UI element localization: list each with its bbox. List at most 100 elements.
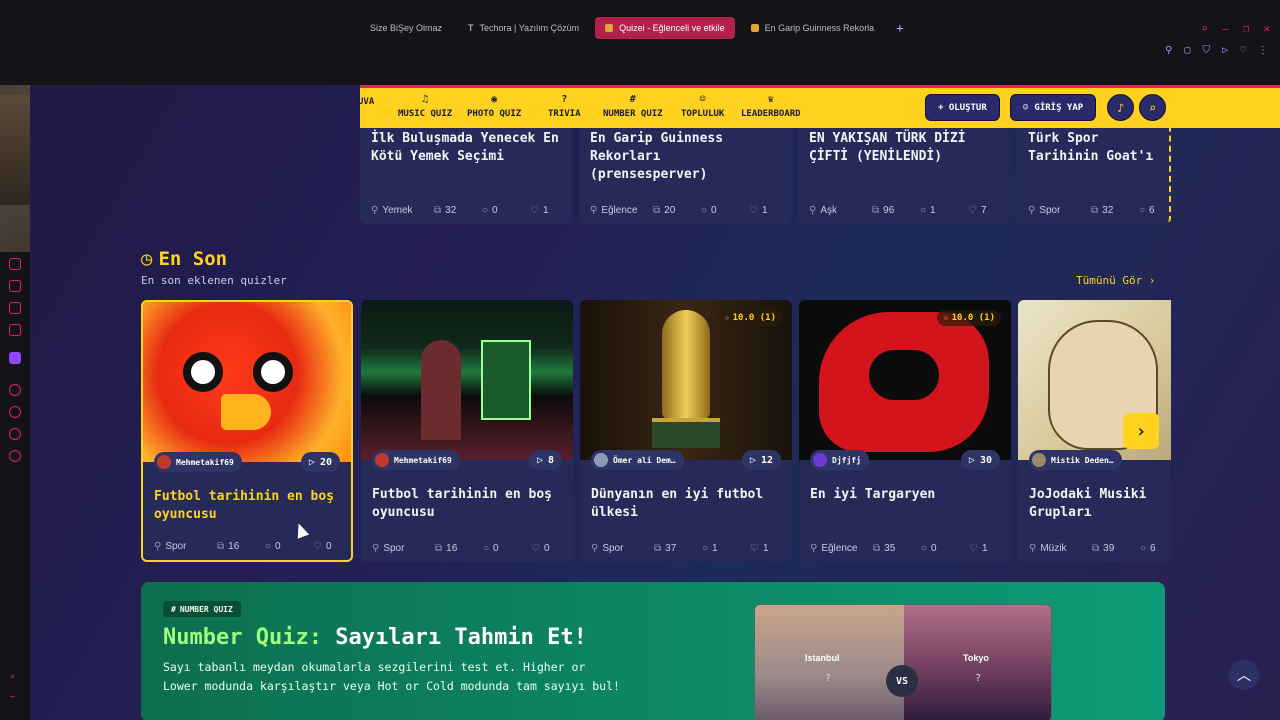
latest-quiz-card[interactable]: ☆ 10.0 (1) Djfjfj ▷ 30 En iyi Targaryen ⚲ E…	[799, 300, 1011, 562]
avatar	[813, 453, 827, 467]
author-badge[interactable]: Mehmetakif69	[372, 450, 460, 470]
author-badge[interactable]: Djfjfj	[810, 450, 869, 470]
login-button[interactable]: ☺ GİRİŞ YAP	[1010, 94, 1097, 121]
wallet-icon[interactable]: ¤	[10, 672, 15, 681]
scroll-to-top-button[interactable]: ︿	[1229, 660, 1259, 690]
quiz-meta: ⚲ Spor ⧉ 37 ○ 1 ♡ 1	[591, 543, 769, 554]
unknown-value-left: ?	[825, 673, 832, 684]
promo-title: Number Quiz: Sayıları Tahmin Et!	[163, 625, 587, 650]
sidebar-app-icon[interactable]	[9, 258, 21, 270]
nav-item-photo-quiz[interactable]: ◉ PHOTO QUIZ	[467, 94, 521, 119]
play-count: ▷ 12	[741, 450, 781, 470]
nav-item-uva[interactable]: UVA	[358, 94, 374, 107]
tag-icon: ⚲	[372, 543, 380, 554]
menu-icon[interactable]: ⋮	[1258, 45, 1268, 56]
comment-icon: ○	[701, 205, 708, 216]
shield-icon[interactable]: ⛉	[1202, 45, 1210, 56]
search-icon[interactable]: ⌕	[1202, 22, 1209, 35]
create-button[interactable]: + OLUŞTUR	[925, 94, 1000, 121]
pin-icon[interactable]: ⚲	[1165, 45, 1172, 56]
clock-icon[interactable]	[9, 406, 21, 418]
avatar	[594, 453, 608, 467]
notifications-button[interactable]: ♪	[1107, 94, 1134, 121]
quiz-meta: ⚲ Yemek ⧉ 32 ○ 0 ♡ 1	[371, 205, 549, 216]
new-tab-button[interactable]: +	[890, 17, 909, 39]
browser-chrome: Size BiŞey Olmaz T Techora | Yazılım Çözü…	[0, 0, 1280, 85]
author-badge[interactable]: Mehmetakif69	[154, 452, 242, 472]
maximize-icon[interactable]: ❐	[1243, 22, 1250, 35]
sidebar-app-icon[interactable]	[9, 302, 21, 314]
more-icon[interactable]: ⋯	[10, 692, 15, 701]
quiz-thumbnail	[361, 300, 573, 460]
quiz-title: Futbol tarihinin en boş oyuncusu	[154, 489, 335, 522]
author-badge[interactable]: Ömer ali Dem…	[591, 450, 684, 470]
nav-item-trivia[interactable]: ? TRIVIA	[548, 94, 581, 119]
quiz-meta: ⚲ Eğlence ⧉ 35 ○ 0 ♡ 1	[810, 543, 988, 554]
author-badge[interactable]: Mistik Deden…	[1029, 450, 1122, 470]
website: UVA ♫ MUSIC QUIZ ◉ PHOTO QUIZ ? TRIVIA # NUM…	[30, 85, 1280, 720]
heart-icon: ♡	[313, 541, 322, 552]
quiz-card[interactable]: En Garip Guinness Rekorları (prensesperv…	[579, 128, 791, 224]
tag-icon: ⚲	[591, 543, 599, 554]
tag-icon: ⚲	[371, 205, 379, 216]
chat-icon[interactable]	[9, 428, 21, 440]
latest-quiz-card[interactable]: Mehmetakif69 ▷ 20 Futbol tarihinin en boş…	[141, 300, 353, 562]
higher-lower-preview[interactable]: Istanbul Tokyo ? ? VS	[754, 604, 1052, 720]
see-all-link[interactable]: Tümünü Gör ›	[1076, 274, 1155, 287]
heart-icon: ♡	[531, 543, 540, 554]
quiz-title: En iyi Targaryen	[810, 487, 936, 502]
quiz-card[interactable]: İlk Buluşmada Yenecek En Kötü Yemek Seçi…	[360, 128, 572, 224]
carousel-next-button[interactable]: ›	[1123, 413, 1159, 449]
quiz-title: Futbol tarihinin en boş oyuncusu	[372, 487, 553, 520]
latest-section-header: ◷ En Son En son eklenen quizler	[141, 248, 287, 287]
clock-icon: ◷	[141, 248, 153, 270]
heart-icon[interactable]: ♡	[1240, 45, 1246, 56]
sidebar-app-icon[interactable]	[9, 324, 21, 336]
avatar	[1032, 453, 1046, 467]
browser-tab-active[interactable]: Quizei - Eğlenceli ve etkile	[595, 17, 735, 39]
quiz-meta: ⚲ Müzik ⧉ 39 ○ 6	[1029, 543, 1156, 554]
comment-icon: ○	[1140, 543, 1147, 554]
history-icon[interactable]	[9, 384, 21, 396]
questions-icon: ⧉	[435, 543, 443, 554]
latest-quiz-card[interactable]: Mehmetakif69 ▷ 8 Futbol tarihinin en boş …	[361, 300, 573, 562]
questions-icon: ⧉	[217, 541, 225, 552]
close-icon[interactable]: ✕	[1263, 22, 1270, 35]
twitch-icon[interactable]	[9, 352, 21, 364]
favicon-icon: T	[468, 23, 474, 33]
quiz-card[interactable]: Türk Spor Tarihinin Goat'ı ⚲ Spor ⧉ 32 ○ 6	[1017, 128, 1171, 224]
nav-item-music-quiz[interactable]: ♫ MUSIC QUIZ	[398, 94, 452, 119]
tag-icon: ⚲	[590, 205, 598, 216]
section-subtitle: En son eklenen quizler	[141, 274, 287, 287]
sidebar-app-icon[interactable]	[9, 280, 21, 292]
heart-icon: ♡	[749, 205, 758, 216]
hash-icon: #	[629, 94, 636, 105]
nav-item-topluluk[interactable]: ☺ TOPLULUK	[681, 94, 724, 119]
bell-icon: ♪	[1116, 100, 1125, 115]
play-icon: ▷	[308, 456, 315, 468]
latest-quiz-card[interactable]: ☆ 10.0 (1) Ömer ali Dem… ▷ 12 Dünyanın en …	[580, 300, 792, 562]
play-icon: ▷	[749, 454, 756, 466]
tag-icon: ⚲	[810, 543, 818, 554]
play-count: ▷ 30	[960, 450, 1000, 470]
questions-icon: ⧉	[1092, 543, 1100, 554]
nav-item-number-quiz[interactable]: # NUMBER QUIZ	[603, 94, 663, 119]
tag-icon: ⚲	[1028, 205, 1036, 216]
browser-tab[interactable]: Size BiŞey Olmaz	[360, 17, 452, 39]
vs-badge: VS	[886, 665, 918, 697]
chevron-right-icon: ›	[1135, 420, 1147, 442]
browser-tab[interactable]: T Techora | Yazılım Çözüm	[458, 17, 589, 39]
nav-item-leaderboard[interactable]: ♛ LEADERBOARD	[741, 94, 801, 119]
questions-icon: ⧉	[873, 543, 881, 554]
crown-icon: ♛	[767, 94, 774, 105]
search-button[interactable]: ⌕	[1139, 94, 1166, 121]
settings-icon[interactable]	[9, 450, 21, 462]
comment-icon: ○	[265, 541, 272, 552]
play-icon[interactable]: ▷	[1222, 45, 1228, 56]
quiz-card[interactable]: EN YAKIŞAN TÜRK DİZİ ÇİFTİ (YENİLENDİ) ⚲…	[798, 128, 1010, 224]
minimize-icon[interactable]: —	[1222, 22, 1229, 35]
rating-badge: ☆ 10.0 (1)	[718, 310, 782, 326]
screenshot-icon[interactable]: ▢	[1184, 45, 1190, 56]
browser-tab[interactable]: En Garip Guinness Rekorla	[741, 17, 885, 39]
questions-icon: ⧉	[653, 205, 661, 216]
